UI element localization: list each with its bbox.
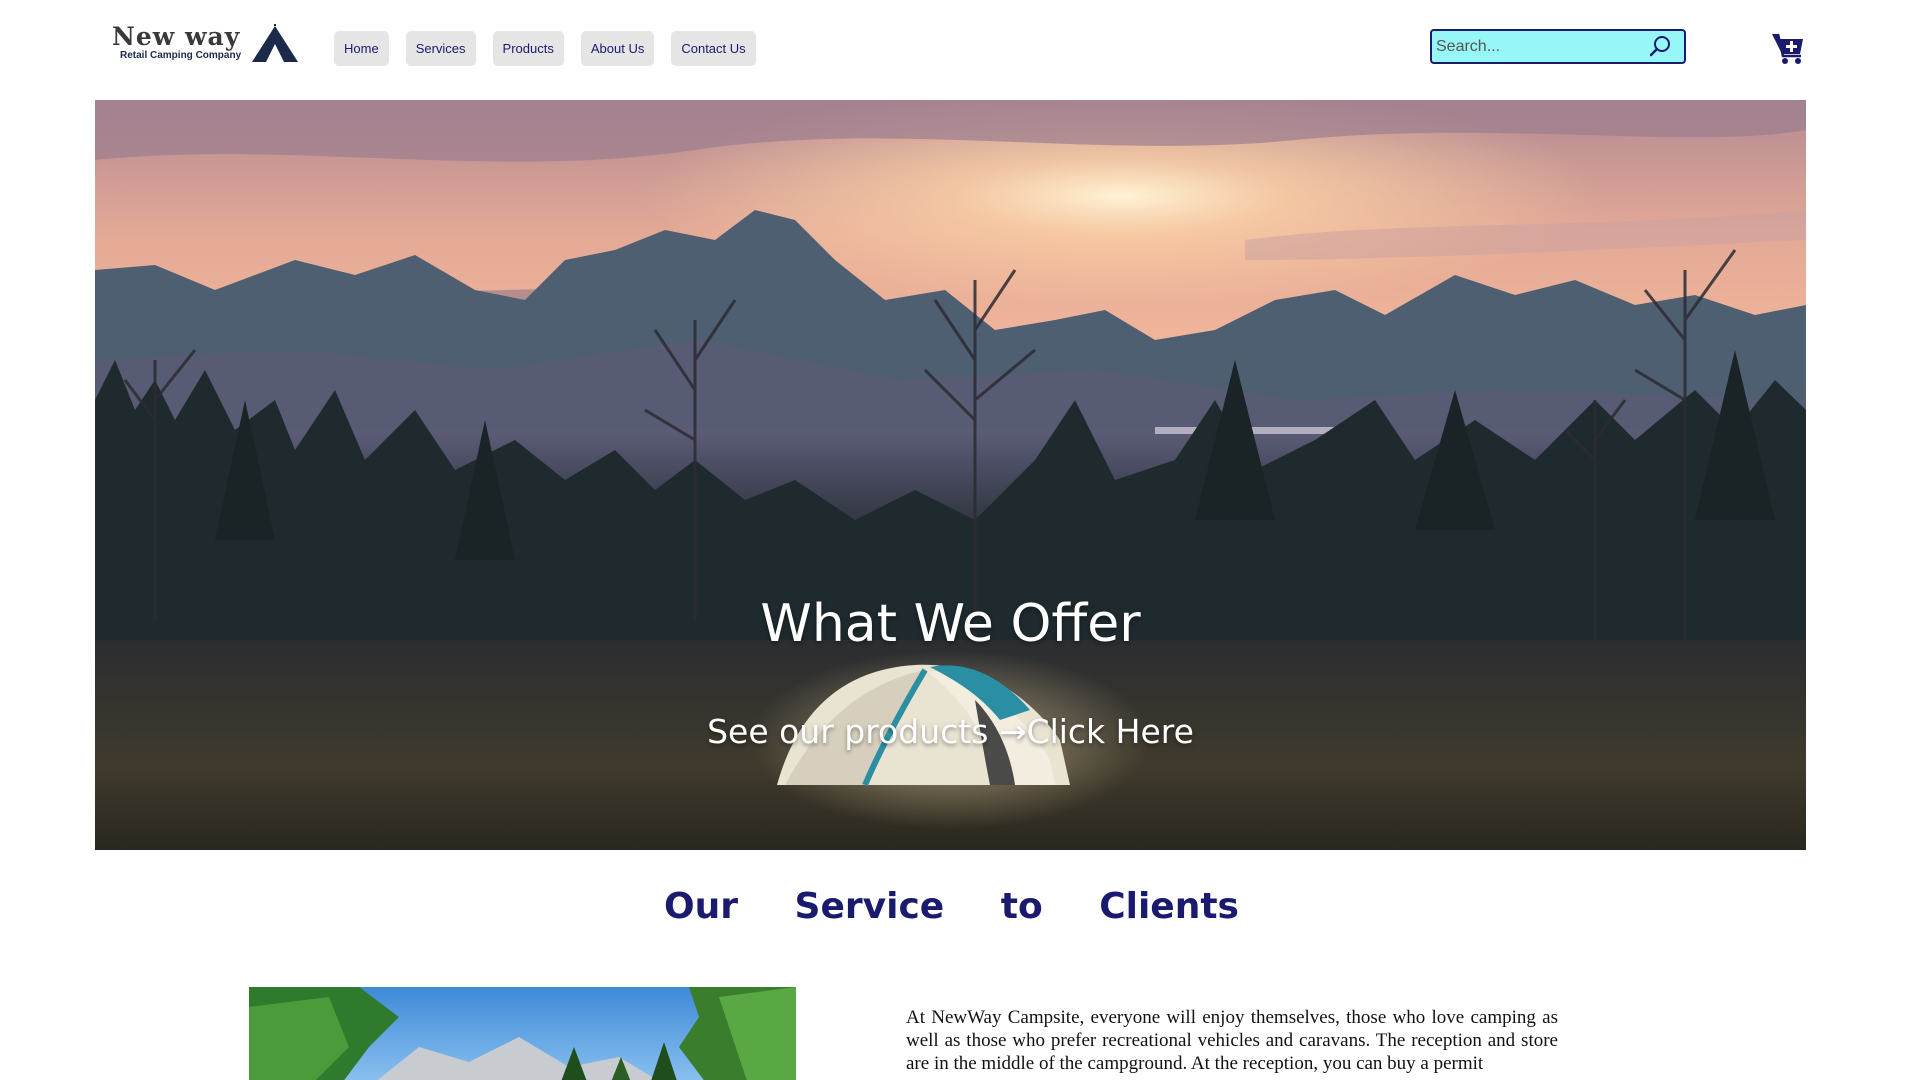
products-link[interactable]: Click Here xyxy=(1027,712,1194,751)
nav-about-button[interactable]: About Us xyxy=(580,31,655,66)
tent-icon xyxy=(252,24,298,62)
services-paragraph: At NewWay Campsite, everyone will enjoy … xyxy=(906,1007,1558,1074)
nav-services-button[interactable]: Services xyxy=(405,31,476,66)
hero-title: What We Offer xyxy=(760,594,1141,654)
logo[interactable]: New way Retail Camping Company xyxy=(110,22,300,66)
page: New way Retail Camping Company Home Serv… xyxy=(0,0,1903,1080)
search-icon[interactable] xyxy=(1650,35,1672,57)
search-box xyxy=(1430,29,1686,64)
nav-home-button[interactable]: Home xyxy=(334,31,389,66)
cart-plus-icon[interactable] xyxy=(1771,29,1805,65)
site-header: New way Retail Camping Company Home Serv… xyxy=(0,0,1903,100)
hero-cta: See our products →Click Here xyxy=(95,712,1806,751)
logo-name: New way xyxy=(112,22,241,51)
nav-contact-button[interactable]: Contact Us xyxy=(671,31,756,66)
search-input[interactable] xyxy=(1434,31,1648,62)
main-nav: Home Services Products About Us Contact … xyxy=(334,31,756,66)
hero-banner: What We Offer See our products →Click He… xyxy=(95,100,1806,850)
logo-tagline: Retail Camping Company xyxy=(120,50,242,61)
hero-cta-text: See our products → xyxy=(707,712,1027,751)
service-photo xyxy=(249,987,796,1080)
services-heading: Our Service to Clients xyxy=(664,886,1239,927)
nav-products-button[interactable]: Products xyxy=(492,31,564,66)
